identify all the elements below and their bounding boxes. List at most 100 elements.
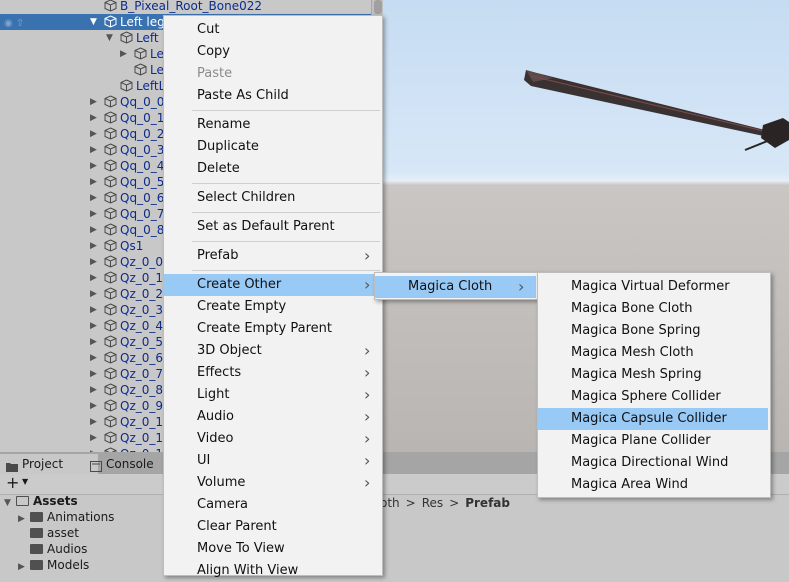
menu-item-delete[interactable]: Delete xyxy=(164,158,382,180)
magica-item-magica-bone-spring[interactable]: Magica Bone Spring xyxy=(538,320,768,342)
gameobject-cube-icon xyxy=(134,47,147,60)
collapse-arrow-icon[interactable]: ▶ xyxy=(90,222,97,238)
expand-arrow-icon[interactable]: ▼ xyxy=(90,14,97,30)
breadcrumb-item[interactable]: Prefab xyxy=(465,496,510,510)
magica-item-magica-mesh-spring[interactable]: Magica Mesh Spring xyxy=(538,364,768,386)
menu-item-create-empty-parent[interactable]: Create Empty Parent xyxy=(164,318,382,340)
collapse-arrow-icon[interactable]: ▶ xyxy=(90,398,97,414)
menu-item-audio[interactable]: Audio › xyxy=(164,406,382,428)
menu-item-ui[interactable]: UI › xyxy=(164,450,382,472)
menu-item-move-to-view[interactable]: Move To View xyxy=(164,538,382,560)
folder-icon xyxy=(30,544,43,554)
visibility-icon[interactable]: ◉ ⇧ xyxy=(4,16,28,29)
menu-item-paste[interactable]: Paste xyxy=(164,63,382,85)
menu-item-prefab[interactable]: Prefab › xyxy=(164,245,382,267)
magica-item-magica-plane-collider[interactable]: Magica Plane Collider xyxy=(538,430,768,452)
chevron-right-icon: › xyxy=(364,246,371,265)
project-tree-item[interactable]: ▶ Animations xyxy=(18,509,114,525)
project-tree-item[interactable]: asset xyxy=(18,525,79,541)
menu-separator xyxy=(192,212,380,213)
menu-item-label: Paste As Child xyxy=(197,88,289,103)
collapse-arrow-icon[interactable]: ▶ xyxy=(90,126,97,142)
magica-item-magica-capsule-collider[interactable]: Magica Capsule Collider xyxy=(538,408,768,430)
collapse-arrow-icon[interactable]: ▶ xyxy=(90,302,97,318)
gameobject-cube-icon xyxy=(104,431,117,444)
collapse-arrow-icon[interactable]: ▶ xyxy=(90,158,97,174)
add-button[interactable]: + xyxy=(6,474,19,492)
project-tree-item[interactable]: ▶ Models xyxy=(18,557,89,573)
project-tree-item[interactable]: ▼ Assets xyxy=(4,493,78,509)
menu-item-set-as-default-parent[interactable]: Set as Default Parent xyxy=(164,216,382,238)
gameobject-cube-icon xyxy=(104,383,117,396)
menu-item-volume[interactable]: Volume › xyxy=(164,472,382,494)
collapse-arrow-icon[interactable]: ▶ xyxy=(90,254,97,270)
magica-item-magica-sphere-collider[interactable]: Magica Sphere Collider xyxy=(538,386,768,408)
menu-item-label: Clear Parent xyxy=(197,519,277,534)
collapse-arrow-icon[interactable]: ▶ xyxy=(90,334,97,350)
collapse-arrow-icon[interactable]: ▶ xyxy=(90,286,97,302)
collapse-arrow-icon[interactable]: ▶ xyxy=(90,414,97,430)
collapse-arrow-icon[interactable]: ▶ xyxy=(90,190,97,206)
menu-item-label: 3D Object xyxy=(197,343,262,358)
collapse-arrow-icon[interactable]: ▶ xyxy=(90,94,97,110)
magica-item-magica-mesh-cloth[interactable]: Magica Mesh Cloth xyxy=(538,342,768,364)
breadcrumb-item[interactable]: Res xyxy=(422,496,443,510)
menu-item-create-empty[interactable]: Create Empty xyxy=(164,296,382,318)
chevron-right-icon: › xyxy=(364,341,371,360)
add-dropdown-icon[interactable]: ▼ xyxy=(22,477,28,486)
menu-item-create-other[interactable]: Create Other › xyxy=(164,274,382,296)
project-tree-item[interactable]: Audios xyxy=(18,541,87,557)
collapse-arrow-icon[interactable]: ▶ xyxy=(90,206,97,222)
magica-item-magica-area-wind[interactable]: Magica Area Wind xyxy=(538,474,768,496)
menu-item-label: Volume xyxy=(197,475,246,490)
collapse-arrow-icon[interactable]: ▶ xyxy=(90,430,97,446)
menu-item-video[interactable]: Video › xyxy=(164,428,382,450)
chevron-right-icon: › xyxy=(364,275,371,294)
collapse-arrow-icon[interactable]: ▶ xyxy=(18,559,30,575)
menu-item-cut[interactable]: Cut xyxy=(164,19,382,41)
chevron-right-icon: › xyxy=(364,363,371,382)
menu-item-duplicate[interactable]: Duplicate xyxy=(164,136,382,158)
collapse-arrow-icon[interactable]: ▶ xyxy=(90,350,97,366)
menu-item-effects[interactable]: Effects › xyxy=(164,362,382,384)
menu-item-label: Create Other xyxy=(197,277,282,292)
menu-item-label: Rename xyxy=(197,117,251,132)
menu-item-label: Create Empty Parent xyxy=(197,321,332,336)
hierarchy-row-label: Qq_0_8 xyxy=(120,223,165,237)
hierarchy-row-label: Qq_0_5 xyxy=(120,175,165,189)
menu-item-label: Magica Bone Cloth xyxy=(571,301,693,316)
menu-item-label: Audio xyxy=(197,409,234,424)
menu-item-clear-parent[interactable]: Clear Parent xyxy=(164,516,382,538)
collapse-arrow-icon[interactable]: ▶ xyxy=(90,270,97,286)
hierarchy-row[interactable]: B_Pixeal_Root_Bone022 xyxy=(0,0,371,14)
menu-item-camera[interactable]: Camera xyxy=(164,494,382,516)
menu-item-select-children[interactable]: Select Children xyxy=(164,187,382,209)
collapse-arrow-icon[interactable]: ▶ xyxy=(90,318,97,334)
menu-item-label: Delete xyxy=(197,161,240,176)
menu-item-3d-object[interactable]: 3D Object › xyxy=(164,340,382,362)
collapse-arrow-icon[interactable]: ▶ xyxy=(90,110,97,126)
menu-item-copy[interactable]: Copy xyxy=(164,41,382,63)
collapse-arrow-icon[interactable]: ▶ xyxy=(120,46,127,62)
menu-item-light[interactable]: Light › xyxy=(164,384,382,406)
menu-item-paste-as-child[interactable]: Paste As Child xyxy=(164,85,382,107)
collapse-arrow-icon[interactable]: ▶ xyxy=(90,382,97,398)
scrollbar-thumb[interactable] xyxy=(374,0,382,14)
collapse-arrow-icon[interactable]: ▶ xyxy=(90,238,97,254)
menu-item-rename[interactable]: Rename xyxy=(164,114,382,136)
submenu-item-magica-cloth[interactable]: Magica Cloth › xyxy=(375,276,536,298)
menu-item-label: Magica Capsule Collider xyxy=(571,411,727,426)
chevron-right-icon: › xyxy=(364,451,371,470)
magica-item-magica-directional-wind[interactable]: Magica Directional Wind xyxy=(538,452,768,474)
collapse-arrow-icon[interactable]: ▶ xyxy=(90,142,97,158)
gameobject-cube-icon xyxy=(104,319,117,332)
menu-item-label: Magica Cloth xyxy=(408,279,493,294)
magica-item-magica-bone-cloth[interactable]: Magica Bone Cloth xyxy=(538,298,768,320)
collapse-arrow-icon[interactable]: ▶ xyxy=(90,174,97,190)
menu-item-align-with-view[interactable]: Align With View xyxy=(164,560,382,582)
hierarchy-row-label: Qq_0_7 xyxy=(120,207,165,221)
collapse-arrow-icon[interactable]: ▶ xyxy=(90,366,97,382)
expand-arrow-icon[interactable]: ▼ xyxy=(4,495,16,511)
expand-arrow-icon[interactable]: ▼ xyxy=(106,30,113,46)
magica-item-magica-virtual-deformer[interactable]: Magica Virtual Deformer xyxy=(538,276,768,298)
